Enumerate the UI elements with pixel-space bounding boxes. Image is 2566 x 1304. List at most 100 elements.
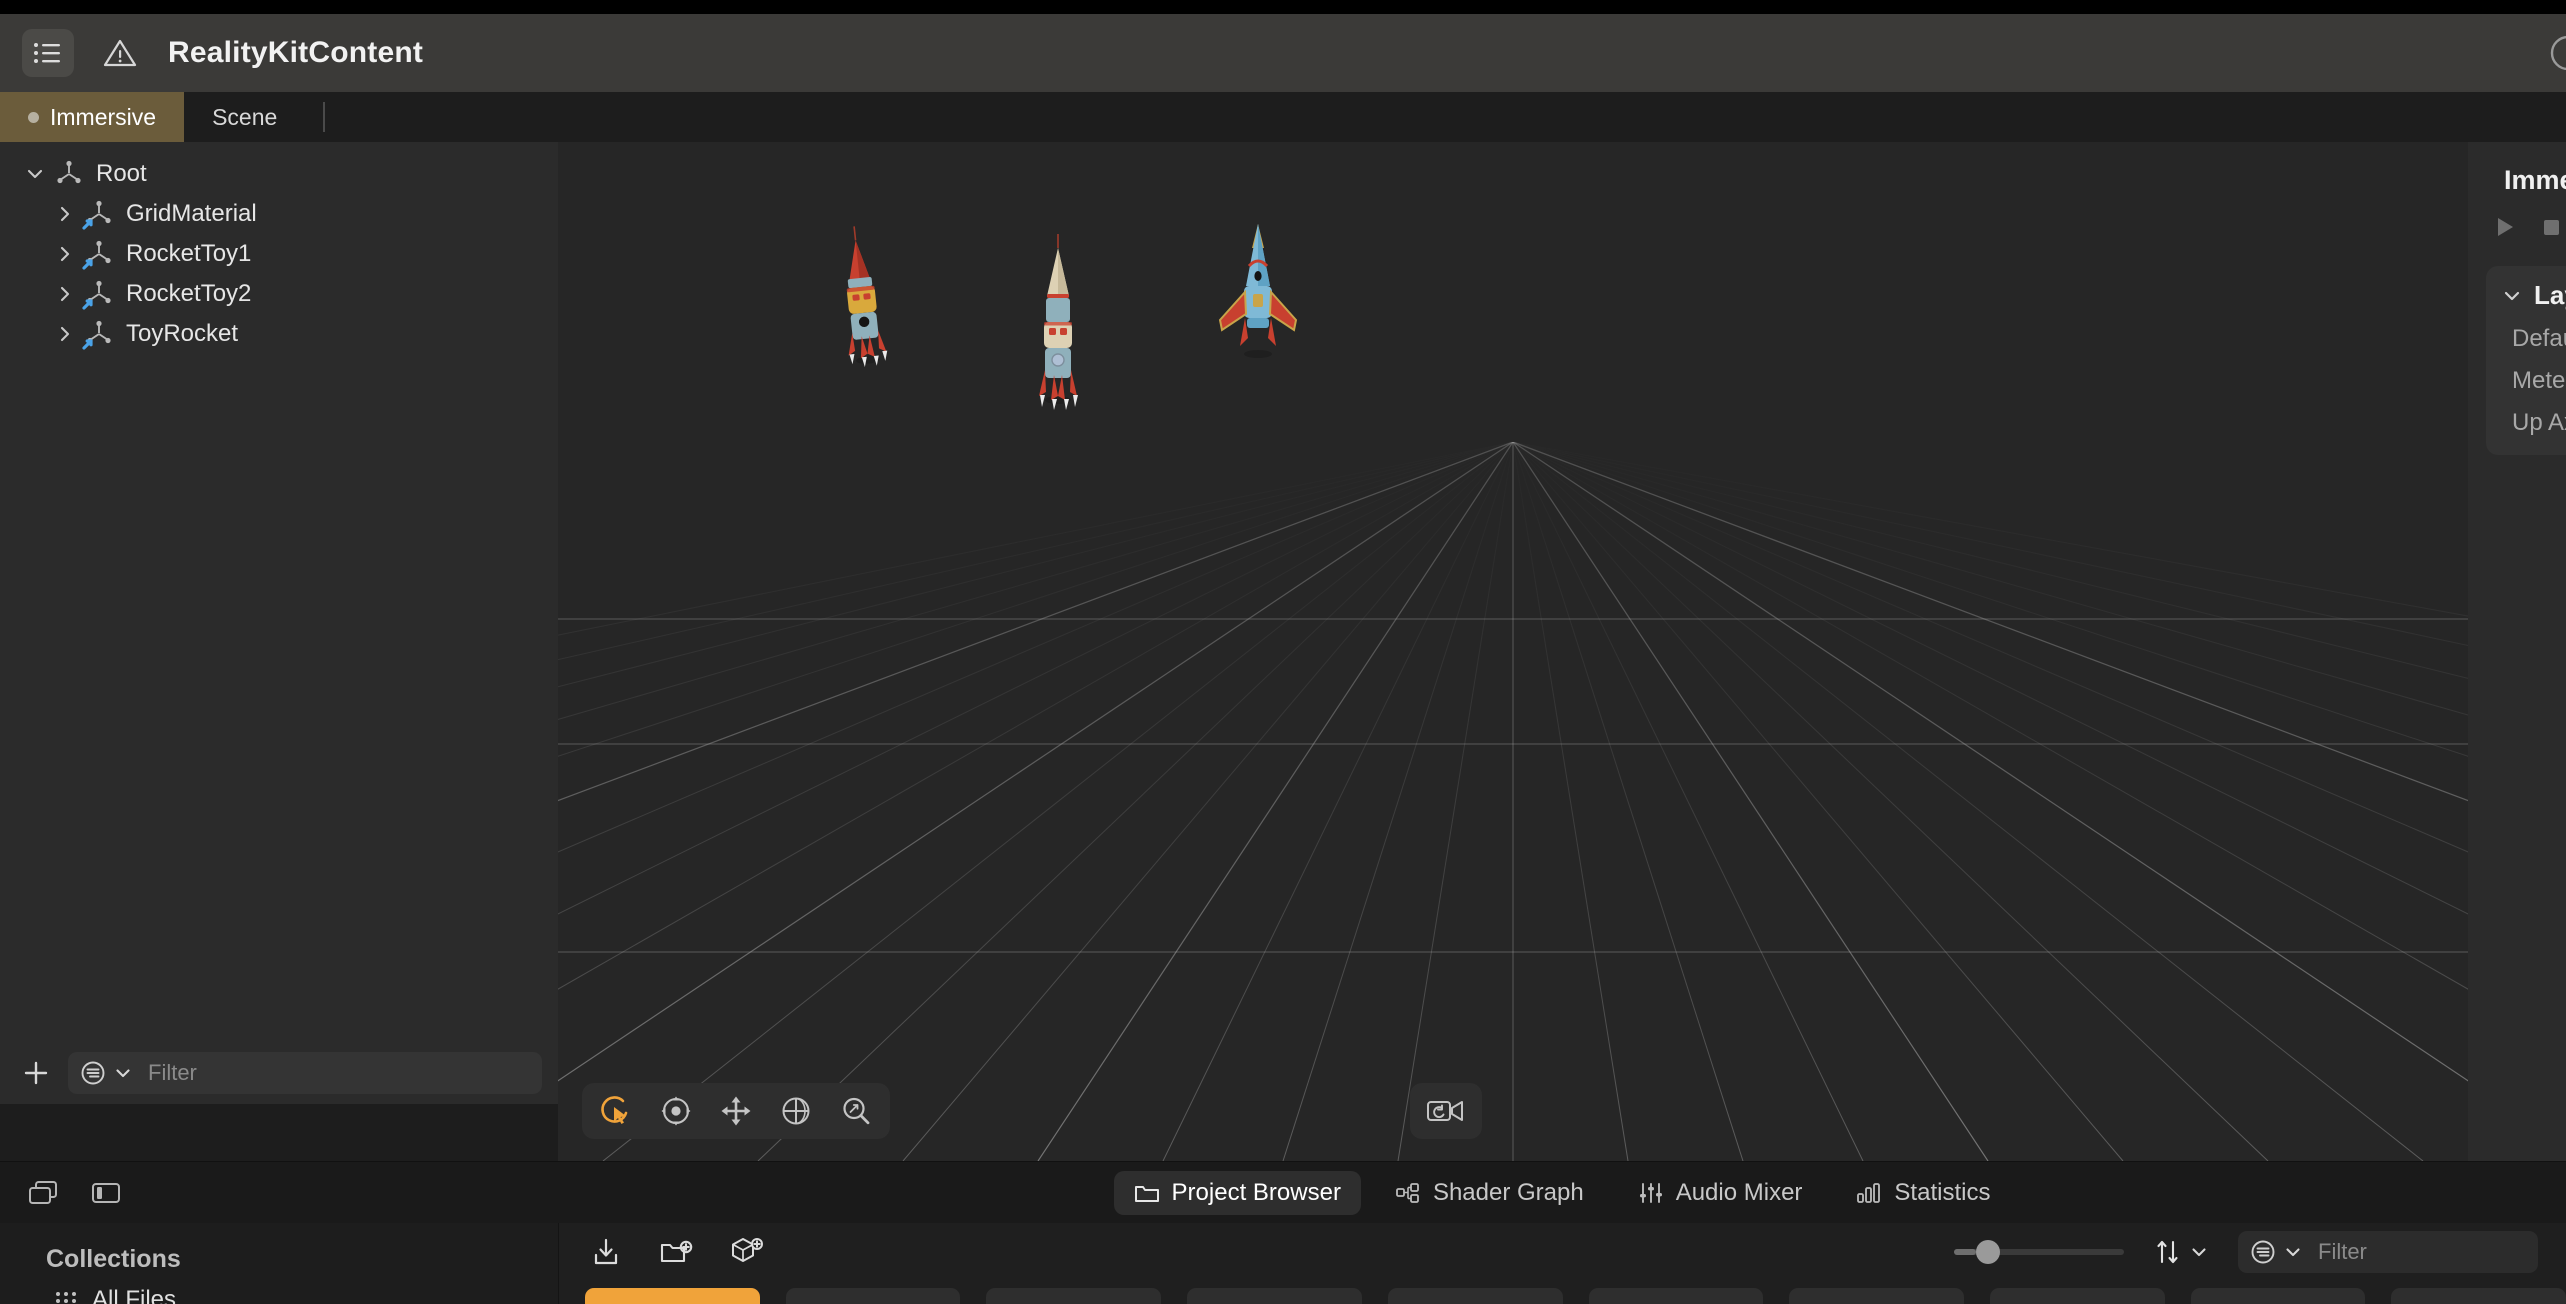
entity-axes-link-icon xyxy=(82,317,116,351)
bottom-tab-label: Statistics xyxy=(1894,1178,1991,1206)
layers-section-header[interactable]: Layers xyxy=(2486,280,2566,311)
3d-viewport[interactable] xyxy=(558,142,2468,1161)
tab-scene[interactable]: Scene xyxy=(184,92,305,142)
asset-thumbnail[interactable] xyxy=(1387,1288,1563,1304)
cursor-arc-icon xyxy=(601,1096,628,1124)
top-black-strip xyxy=(0,0,2566,14)
inspector-panel: Immersive Layers Default Meters Up Axis xyxy=(2468,142,2566,1161)
tree-row-label: ToyRocket xyxy=(126,320,239,347)
asset-thumbnail[interactable] xyxy=(986,1288,1162,1304)
project-browser-filter-field[interactable]: Filter xyxy=(2238,1231,2538,1273)
inspector-item-default[interactable]: Default xyxy=(2486,311,2566,353)
inspector-item-up-axis[interactable]: Up Axis xyxy=(2486,395,2566,437)
editor-tab-bar: Immersive Scene xyxy=(0,92,558,142)
inspector-item-meters[interactable]: Meters xyxy=(2486,353,2566,395)
titlebar-right-button[interactable] xyxy=(2538,30,2566,76)
list-sidebar-icon xyxy=(34,43,60,63)
asset-thumbnail[interactable] xyxy=(1989,1288,2165,1304)
asset-grid xyxy=(559,1288,2566,1304)
bottom-tab-project-browser[interactable]: Project Browser xyxy=(1113,1170,1361,1215)
new-object-button[interactable] xyxy=(725,1233,767,1271)
sort-control[interactable] xyxy=(2154,1237,2208,1267)
tree-row-gridmaterial[interactable]: GridMaterial xyxy=(0,194,558,234)
tree-row-rockettoy1[interactable]: RocketToy1 xyxy=(0,234,558,274)
reset-camera-tool[interactable] xyxy=(1418,1087,1474,1135)
pan-tool[interactable] xyxy=(708,1087,764,1135)
sidebar-toggle-button[interactable] xyxy=(22,29,74,77)
chevron-down-icon xyxy=(2286,1248,2300,1257)
import-button[interactable] xyxy=(585,1233,627,1271)
outline-filter-bar: Filter xyxy=(0,1042,558,1104)
tree-row-rockettoy2[interactable]: RocketToy2 xyxy=(0,274,558,314)
project-browser-main: Filter xyxy=(558,1223,2566,1304)
page-title: RealityKitContent xyxy=(168,36,424,69)
bottom-tab-shader-graph[interactable]: Shader Graph xyxy=(1375,1171,1604,1215)
globe-icon xyxy=(782,1097,810,1125)
select-orbit-tool[interactable] xyxy=(588,1087,644,1135)
zoom-tool[interactable] xyxy=(828,1087,884,1135)
viewport-tool-group xyxy=(582,1083,890,1139)
project-browser-filter-placeholder: Filter xyxy=(2318,1239,2367,1264)
rotate-tool[interactable] xyxy=(768,1087,824,1135)
move-arrows-icon xyxy=(721,1096,751,1126)
project-browser-toolbar: Filter xyxy=(559,1223,2566,1281)
disclosure-chevron-right-icon[interactable] xyxy=(52,321,78,347)
chevron-down-icon xyxy=(116,1069,130,1078)
entity-tree: Root GridMaterial RocketToy1 RocketToy2 … xyxy=(0,142,558,354)
disclosure-chevron-right-icon[interactable] xyxy=(52,241,78,267)
new-folder-button[interactable] xyxy=(655,1233,697,1271)
tab-immersive-label: Immersive xyxy=(50,103,157,130)
asset-thumbnail[interactable] xyxy=(1789,1288,1964,1304)
bottom-tabs: Project Browser Shader Graph Audio Mixer… xyxy=(558,1170,2566,1215)
viewport-camera-group xyxy=(1410,1083,1482,1139)
project-browser-right-controls: Filter xyxy=(1954,1223,2538,1281)
entity-axes-icon xyxy=(52,157,86,191)
panels-toggle-button[interactable] xyxy=(24,1176,64,1210)
play-icon[interactable] xyxy=(2492,214,2518,240)
project-browser-sidebar: Collections All Files xyxy=(0,1223,558,1304)
project-browser: Collections All Files Filter xyxy=(0,1223,2566,1304)
tab-scene-label: Scene xyxy=(212,103,278,130)
add-entity-button[interactable] xyxy=(16,1053,56,1093)
bottom-tab-audio-mixer[interactable]: Audio Mixer xyxy=(1618,1171,1823,1215)
disclosure-chevron-right-icon[interactable] xyxy=(52,281,78,307)
import-icon xyxy=(594,1238,618,1265)
tree-row-toyrocket[interactable]: ToyRocket xyxy=(0,314,558,354)
folder-icon xyxy=(1134,1185,1159,1202)
left-sidebar-toggle-button[interactable] xyxy=(86,1176,126,1210)
sort-arrows-icon xyxy=(2157,1240,2178,1264)
left-sidebar-toggle-icon xyxy=(92,1182,120,1203)
entity-axes-link-icon xyxy=(82,237,116,271)
tab-immersive[interactable]: Immersive xyxy=(0,92,185,142)
collection-item-all-files[interactable]: All Files xyxy=(0,1274,558,1304)
inspector-transport xyxy=(2468,196,2566,240)
entity-axes-link-icon xyxy=(82,277,116,311)
bottom-tab-statistics[interactable]: Statistics xyxy=(1836,1171,2010,1215)
asset-thumbnail[interactable] xyxy=(585,1288,760,1304)
asset-thumbnail[interactable] xyxy=(2391,1288,2566,1304)
new-folder-icon xyxy=(660,1240,693,1263)
slider-fill xyxy=(1954,1249,1976,1255)
disclosure-chevron-down-icon[interactable] xyxy=(22,161,48,187)
asset-thumbnail[interactable] xyxy=(2190,1288,2366,1304)
bottom-left-toggles xyxy=(0,1176,558,1210)
disclosure-chevron-right-icon[interactable] xyxy=(52,201,78,227)
thumbnail-size-slider[interactable] xyxy=(1954,1233,2124,1271)
tree-row-root[interactable]: Root xyxy=(0,154,558,194)
layers-section-title: Layers xyxy=(2534,280,2566,310)
bottom-tab-bar: Project Browser Shader Graph Audio Mixer… xyxy=(0,1161,2566,1223)
bottom-tab-label: Shader Graph xyxy=(1432,1178,1584,1206)
slider-thumb[interactable] xyxy=(1976,1240,2000,1264)
stop-icon[interactable] xyxy=(2538,214,2564,240)
nodes-icon xyxy=(1396,1182,1419,1203)
tab-separator xyxy=(323,102,326,132)
rocket-object-2 xyxy=(1039,234,1078,410)
outline-filter-field[interactable]: Filter xyxy=(68,1052,542,1094)
chevron-down-icon xyxy=(2192,1248,2206,1257)
asset-thumbnail[interactable] xyxy=(1187,1288,1362,1304)
asset-thumbnail[interactable] xyxy=(1588,1288,1764,1304)
asset-thumbnail[interactable] xyxy=(785,1288,961,1304)
orbit-tool[interactable] xyxy=(648,1087,704,1135)
warning-button[interactable] xyxy=(98,31,142,75)
filter-circle-icon xyxy=(2251,1240,2275,1264)
